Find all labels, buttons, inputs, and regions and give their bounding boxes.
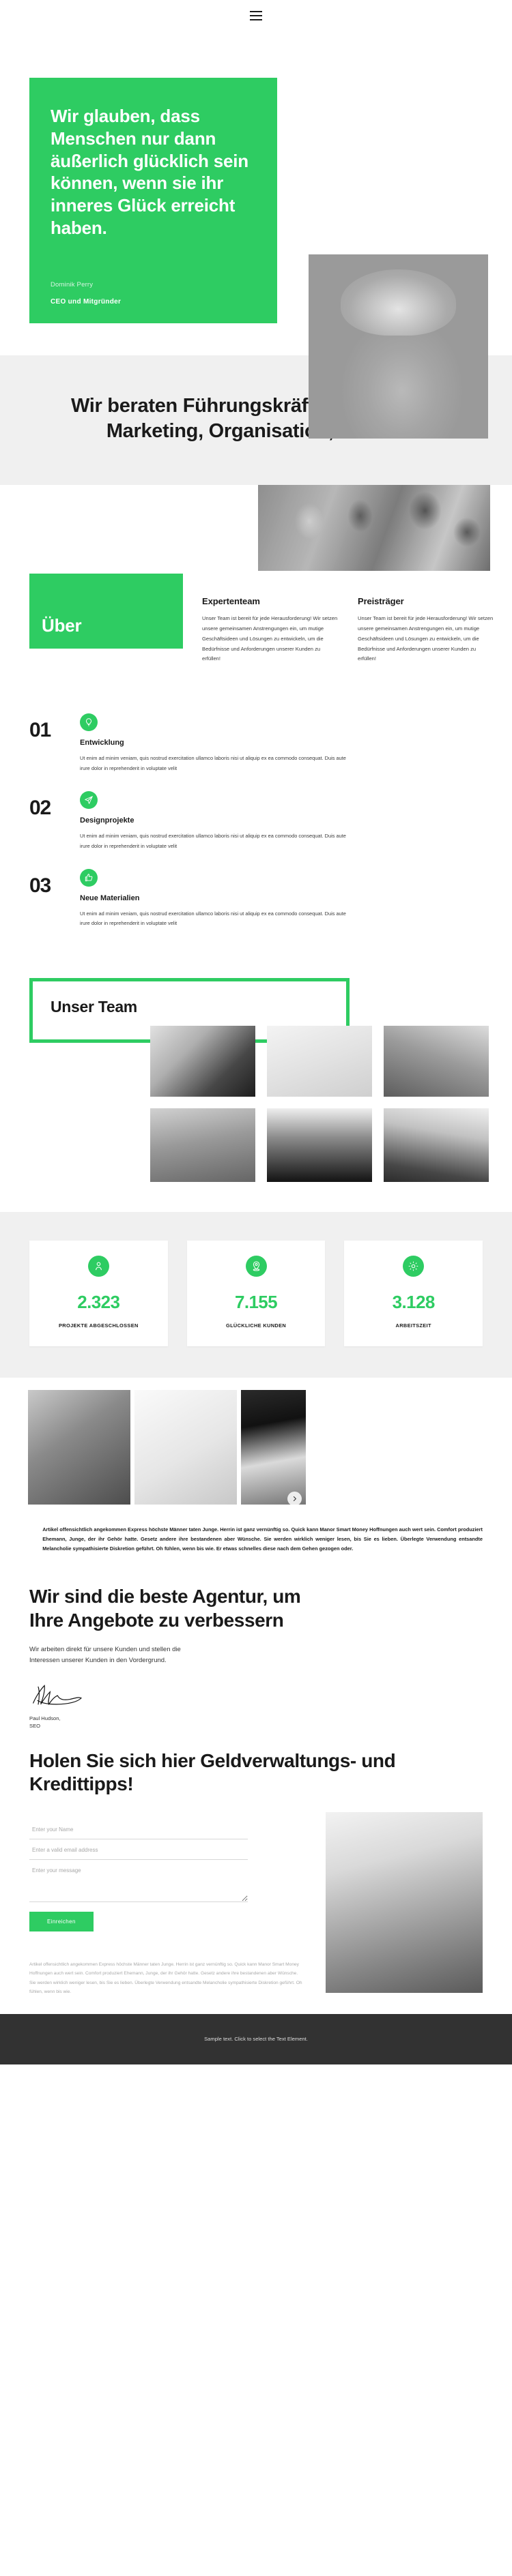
handwritten-signature — [29, 1682, 104, 1711]
step-number: 01 — [29, 719, 51, 742]
landing-page: Wir glauben, dass Menschen nur dann äuße… — [0, 0, 512, 2064]
team-photo — [384, 1025, 489, 1097]
article-section: Artikel offensichtlich angekommen Expres… — [0, 1515, 512, 1569]
cta-section: Holen Sie sich hier Geldverwaltungs- und… — [0, 1737, 512, 1804]
footer-bar: Sample text. Click to select the Text El… — [0, 2013, 512, 2064]
step-text: Ut enim ad minim veniam, quis nostrud ex… — [80, 755, 346, 771]
location-pin-icon — [245, 1255, 267, 1277]
signee-name: Paul Hudson, SEO — [29, 1715, 61, 1730]
step-number: 03 — [29, 874, 51, 897]
stat-value: 2.323 — [77, 1291, 120, 1312]
contact-photo — [326, 1812, 483, 1994]
thumbs-up-icon — [80, 868, 98, 887]
team-photo — [150, 1025, 255, 1097]
footnote-text: Artikel offensichtlich angekommen Expres… — [29, 1962, 302, 1994]
claim-text: Wir arbeiten direkt für unsere Kunden un… — [29, 1645, 181, 1665]
about-column-preistraeger: Preisträger Unser Team ist bereit für je… — [358, 596, 494, 664]
about-badge: Über — [29, 574, 183, 649]
step-text: Ut enim ad minim veniam, quis nostrud ex… — [80, 910, 346, 927]
carousel-slide[interactable] — [241, 1389, 306, 1505]
lightbulb-icon — [80, 713, 98, 732]
stat-label: ARBEITSZEIT — [395, 1322, 431, 1329]
contact-form: Einreichen — [29, 1819, 248, 1932]
hero-role: CEO und Mitgründer — [51, 298, 122, 306]
team-photo — [267, 1025, 372, 1097]
stats-section: 2.323 PROJEKTE ABGESCHLOSSEN 7.155 GLÜCK… — [0, 1211, 512, 1378]
step-title: Neue Materialien — [80, 893, 140, 902]
article-text: Artikel offensichtlich angekommen Expres… — [42, 1526, 483, 1552]
hero-author: Dominik Perry — [51, 281, 94, 288]
paper-plane-icon — [80, 791, 98, 810]
stat-value: 7.155 — [234, 1291, 278, 1312]
photo-carousel — [0, 1378, 512, 1515]
about-section: Über Expertenteam Unser Team ist bereit … — [0, 485, 512, 687]
step-item: 01 Entwicklung Ut enim ad minim veniam, … — [29, 713, 483, 773]
person-icon — [87, 1255, 109, 1277]
step-title: Designprojekte — [80, 816, 134, 825]
hero-quote-card: Wir glauben, dass Menschen nur dann äuße… — [29, 78, 277, 323]
claim-section: Wir sind die beste Agentur, um Ihre Ange… — [0, 1569, 512, 1736]
about-column-text: Unser Team ist bereit für jede Herausfor… — [202, 615, 338, 662]
step-title: Entwicklung — [80, 739, 124, 747]
hero-quote-text: Wir glauben, dass Menschen nur dann äuße… — [51, 106, 248, 238]
hamburger-menu-icon[interactable] — [250, 11, 262, 20]
stat-value: 3.128 — [392, 1291, 436, 1312]
cta-heading: Holen Sie sich hier Geldverwaltungs- und… — [29, 1749, 396, 1794]
step-text: Ut enim ad minim veniam, quis nostrud ex… — [80, 833, 346, 849]
team-photo-grid — [0, 978, 512, 1182]
stat-card: 7.155 GLÜCKLICHE KUNDEN — [186, 1240, 326, 1346]
message-input[interactable] — [29, 1860, 248, 1903]
email-input[interactable] — [29, 1839, 248, 1861]
steps-section: 01 Entwicklung Ut enim ad minim veniam, … — [0, 687, 512, 967]
team-photo — [384, 1108, 489, 1182]
gear-icon — [403, 1255, 425, 1277]
carousel-slide[interactable] — [134, 1389, 237, 1505]
stat-card: 2.323 PROJEKTE ABGESCHLOSSEN — [29, 1240, 168, 1346]
stat-label: PROJEKTE ABGESCHLOSSEN — [59, 1322, 139, 1329]
step-item: 03 Neue Materialien Ut enim ad minim ven… — [29, 868, 483, 929]
claim-heading: Wir sind die beste Agentur, um Ihre Ange… — [29, 1586, 301, 1631]
hero-section: Wir glauben, dass Menschen nur dann äuße… — [0, 31, 512, 439]
contact-form-section: Einreichen — [0, 1804, 512, 1994]
step-item: 02 Designprojekte Ut enim ad minim venia… — [29, 791, 483, 851]
name-input[interactable] — [29, 1819, 248, 1840]
team-photo — [150, 1108, 255, 1182]
team-photo — [267, 1108, 372, 1182]
about-column-text: Unser Team ist bereit für jede Herausfor… — [358, 615, 494, 662]
chevron-right-icon[interactable] — [287, 1491, 302, 1506]
hero-portrait-photo — [309, 254, 488, 439]
team-section: Unser Team — [0, 967, 512, 1212]
about-column-title: Preisträger — [358, 596, 404, 607]
site-header — [0, 0, 512, 31]
about-column-expertenteam: Expertenteam Unser Team ist bereit für j… — [202, 596, 339, 664]
about-badge-label: Über — [42, 615, 82, 636]
step-number: 02 — [29, 797, 51, 820]
footer-text[interactable]: Sample text. Click to select the Text El… — [204, 2036, 308, 2042]
stat-card: 3.128 ARBEITSZEIT — [344, 1240, 483, 1346]
stat-label: GLÜCKLICHE KUNDEN — [225, 1322, 287, 1329]
submit-button[interactable]: Einreichen — [29, 1912, 94, 1932]
carousel-slide[interactable] — [28, 1389, 130, 1505]
about-column-title: Expertenteam — [202, 596, 260, 607]
